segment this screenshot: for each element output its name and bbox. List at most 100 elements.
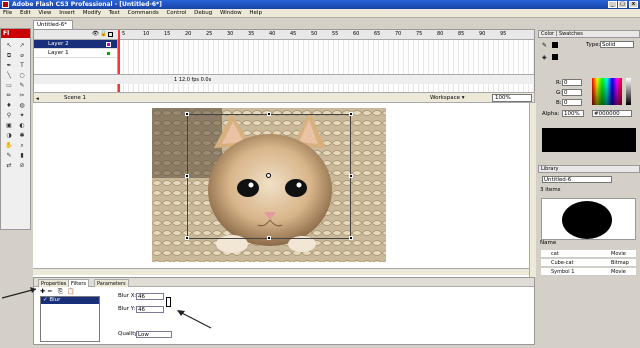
menu-window[interactable]: Window xyxy=(217,9,245,18)
fill-color-icon[interactable]: ◈ xyxy=(542,54,547,61)
tool-button[interactable]: ✎ xyxy=(3,151,15,160)
menu-text[interactable]: Text xyxy=(106,9,123,18)
brightness-slider[interactable] xyxy=(626,78,631,105)
lock-ratio-icon[interactable] xyxy=(166,297,171,307)
zoom-field[interactable]: 100% xyxy=(492,94,532,102)
transform-handle[interactable] xyxy=(185,112,189,116)
tool-button[interactable]: ⊘ xyxy=(16,161,28,170)
maximize-button[interactable]: □ xyxy=(618,1,627,8)
layer-row-1[interactable]: Layer 1 xyxy=(34,49,117,58)
transform-handle[interactable] xyxy=(267,236,271,240)
tool-button[interactable]: ✦ xyxy=(16,111,28,120)
b-label: B: xyxy=(556,100,562,106)
b-field[interactable]: 0 xyxy=(562,99,582,106)
minimize-button[interactable]: _ xyxy=(608,1,617,8)
workspace-menu[interactable]: Workspace ▾ xyxy=(430,93,465,103)
transform-handle[interactable] xyxy=(349,236,353,240)
menu-control[interactable]: Control xyxy=(163,9,189,18)
copy-filter-icon[interactable]: ⎘ xyxy=(58,288,63,296)
tool-button[interactable]: ▭ xyxy=(3,81,15,90)
frame-ruler: 5 10 15 20 25 30 35 40 45 50 55 60 65 70 75 80 85 90 95 xyxy=(119,30,534,40)
menu-view[interactable]: View xyxy=(35,9,54,18)
flash-app-icon xyxy=(2,1,9,8)
tool-button[interactable]: ○ xyxy=(16,71,28,80)
library-document-select[interactable]: Untitled-6 xyxy=(542,176,612,183)
tool-button[interactable]: T xyxy=(16,61,28,70)
transform-handle[interactable] xyxy=(349,112,353,116)
library-item[interactable]: Cube-cat Bitmap xyxy=(541,259,636,267)
vertical-scrollbar[interactable] xyxy=(529,103,536,277)
transform-handle[interactable] xyxy=(185,174,189,178)
window-title: Adobe Flash CS3 Professional - [Untitled… xyxy=(12,1,162,8)
tool-button[interactable]: ⇄ xyxy=(3,161,15,170)
tool-button[interactable]: ╲ xyxy=(3,71,15,80)
tab-parameters[interactable]: Parameters xyxy=(94,279,129,287)
type-select[interactable]: Solid xyxy=(600,41,634,48)
menu-bar: File Edit View Insert Modify Text Comman… xyxy=(0,9,640,18)
library-item[interactable]: Symbol 1 Movie xyxy=(541,268,636,276)
tab-filters[interactable]: Filters xyxy=(68,279,89,287)
tool-button[interactable]: ⚲ xyxy=(3,111,15,120)
ruler-tick-label: 55 xyxy=(332,31,339,37)
menu-debug[interactable]: Debug xyxy=(191,9,215,18)
transform-center-point[interactable] xyxy=(266,173,271,178)
paste-filter-icon[interactable]: 📋 xyxy=(67,288,74,295)
filter-list[interactable]: ✓ Blur xyxy=(40,296,100,342)
hex-field[interactable]: #000000 xyxy=(592,110,632,117)
fill-color-swatch[interactable] xyxy=(552,54,558,60)
ruler-tick-label: 85 xyxy=(458,31,465,37)
menu-file[interactable]: File xyxy=(0,9,15,18)
stroke-color-swatch[interactable] xyxy=(552,42,558,48)
tool-button[interactable]: ↗ xyxy=(16,41,28,50)
tool-button[interactable]: ◑ xyxy=(3,131,15,140)
tool-button[interactable]: ✱ xyxy=(16,131,28,140)
transform-handle[interactable] xyxy=(185,236,189,240)
menu-edit[interactable]: Edit xyxy=(17,9,34,18)
menu-help[interactable]: Help xyxy=(246,9,265,18)
tool-button[interactable]: ✎ xyxy=(16,81,28,90)
tool-button[interactable]: ✂ xyxy=(16,91,28,100)
playhead[interactable] xyxy=(118,30,120,94)
color-spectrum[interactable] xyxy=(592,78,622,105)
tool-button[interactable]: ✋ xyxy=(3,141,15,150)
library-name-header[interactable]: Name xyxy=(540,240,556,246)
eye-icon[interactable]: 👁 xyxy=(92,31,99,37)
menu-modify[interactable]: Modify xyxy=(80,9,104,18)
tool-button[interactable]: ⧉ xyxy=(3,51,15,60)
quality-select[interactable]: Low xyxy=(136,331,172,338)
right-panel: Color | Swatches Type: Solid ✎ ◈ R: 0 G:… xyxy=(538,28,640,348)
flash-logo: Fl xyxy=(1,29,30,38)
tool-button[interactable]: ▮ xyxy=(16,151,28,160)
alpha-field[interactable]: 100% xyxy=(562,110,584,117)
ruler-tick-label: 65 xyxy=(374,31,381,37)
tool-button[interactable]: ✏ xyxy=(3,91,15,100)
close-button[interactable]: x xyxy=(629,1,638,8)
tool-button[interactable]: ♦ xyxy=(3,101,15,110)
blur-x-field[interactable]: 46 xyxy=(136,293,164,300)
tool-button[interactable]: ↖ xyxy=(3,41,15,50)
menu-insert[interactable]: Insert xyxy=(56,9,78,18)
blur-y-field[interactable]: 46 xyxy=(136,306,164,313)
tool-button[interactable]: ✒ xyxy=(3,61,15,70)
menu-commands[interactable]: Commands xyxy=(125,9,162,18)
tool-button[interactable]: ⌀ xyxy=(16,51,28,60)
tool-button[interactable]: ▣ xyxy=(3,121,15,130)
transform-handle[interactable] xyxy=(349,174,353,178)
tool-button[interactable]: ⌕ xyxy=(16,141,28,150)
tool-button[interactable]: ◐ xyxy=(16,121,28,130)
library-item[interactable]: cat Movie xyxy=(541,250,636,258)
scene-label[interactable]: Scene 1 xyxy=(64,93,86,103)
transform-handle[interactable] xyxy=(267,112,271,116)
tab-color[interactable]: Color xyxy=(541,31,554,37)
horizontal-scrollbar[interactable] xyxy=(33,268,529,275)
g-field[interactable]: 0 xyxy=(562,89,582,96)
tool-button[interactable]: ◍ xyxy=(16,101,28,110)
layer-row-2[interactable]: Layer 2 xyxy=(34,40,117,49)
document-tab[interactable]: Untitled-6* xyxy=(33,20,73,29)
r-field[interactable]: 0 xyxy=(562,79,582,86)
stroke-color-icon[interactable]: ✎ xyxy=(542,42,547,49)
lock-icon[interactable]: 🔒 xyxy=(100,31,107,37)
outline-icon[interactable] xyxy=(108,32,113,37)
frame-grid[interactable] xyxy=(119,40,534,94)
tab-swatches[interactable]: Swatches xyxy=(559,31,583,37)
